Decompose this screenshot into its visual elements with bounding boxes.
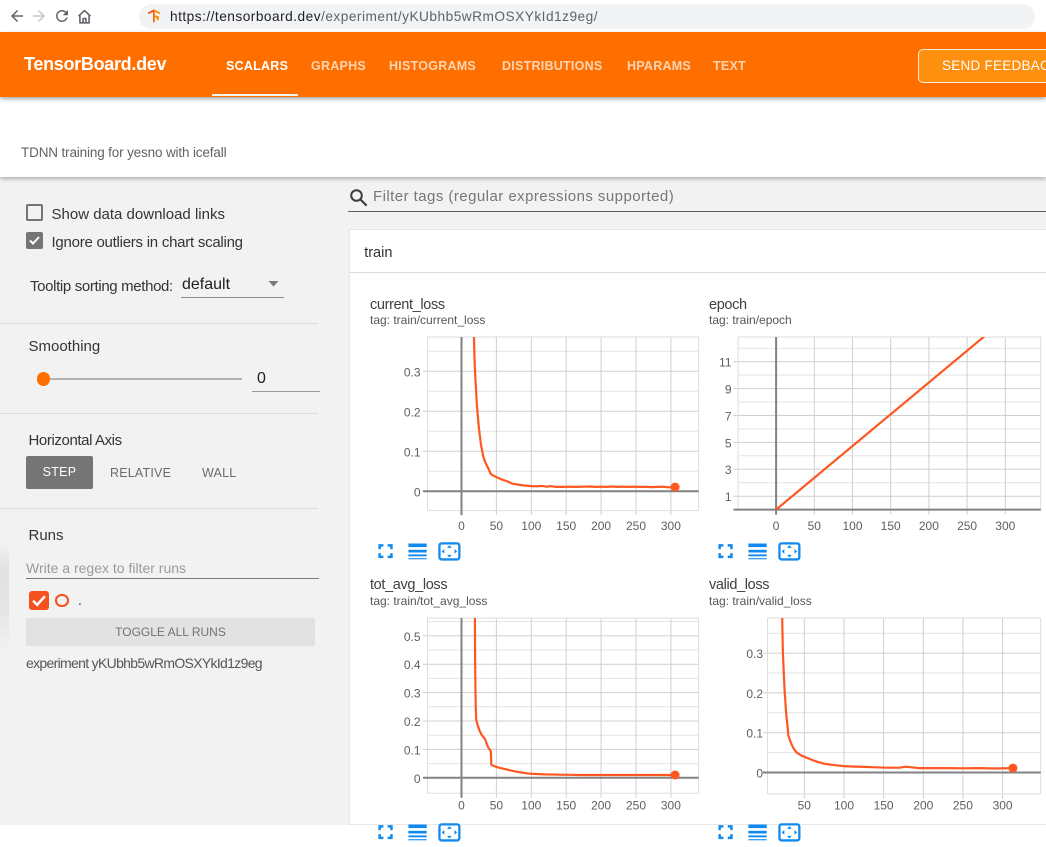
svg-text:300: 300 [661,519,681,533]
svg-text:0: 0 [458,799,465,813]
svg-text:150: 150 [556,799,576,813]
svg-text:150: 150 [874,799,894,813]
svg-text:300: 300 [993,799,1013,813]
svg-text:0: 0 [773,519,780,533]
svg-text:0.5: 0.5 [404,630,421,644]
svg-text:0.1: 0.1 [404,445,421,459]
svg-text:0.3: 0.3 [404,365,421,379]
svg-text:0: 0 [458,519,465,533]
svg-text:11: 11 [719,356,732,370]
svg-text:0.2: 0.2 [746,687,763,701]
svg-text:3: 3 [725,463,732,477]
svg-text:50: 50 [798,799,812,813]
svg-text:250: 250 [626,799,646,813]
svg-text:0.3: 0.3 [404,687,421,701]
svg-text:7: 7 [725,410,732,424]
svg-text:150: 150 [881,519,901,533]
svg-text:100: 100 [834,799,854,813]
svg-text:0.3: 0.3 [746,647,763,661]
svg-text:300: 300 [995,519,1015,533]
svg-text:200: 200 [591,519,611,533]
svg-text:200: 200 [913,799,933,813]
svg-text:250: 250 [957,519,977,533]
svg-text:200: 200 [919,519,939,533]
svg-text:50: 50 [490,799,504,813]
svg-text:100: 100 [521,519,541,533]
svg-text:0: 0 [414,772,421,786]
svg-text:0.2: 0.2 [404,405,421,419]
svg-text:50: 50 [808,519,822,533]
svg-text:0.4: 0.4 [404,658,421,672]
svg-text:100: 100 [521,799,541,813]
svg-text:300: 300 [661,799,681,813]
svg-text:5: 5 [725,436,732,450]
svg-text:200: 200 [591,799,611,813]
svg-text:1: 1 [725,490,732,504]
svg-text:0.1: 0.1 [746,727,763,741]
svg-text:0.1: 0.1 [404,743,421,757]
svg-text:9: 9 [725,383,732,397]
svg-text:100: 100 [842,519,862,533]
svg-text:0: 0 [756,767,763,781]
svg-text:250: 250 [953,799,973,813]
svg-text:250: 250 [626,519,646,533]
svg-text:0.2: 0.2 [404,715,421,729]
svg-text:150: 150 [556,519,576,533]
svg-text:0: 0 [414,485,421,499]
svg-text:50: 50 [490,519,504,533]
